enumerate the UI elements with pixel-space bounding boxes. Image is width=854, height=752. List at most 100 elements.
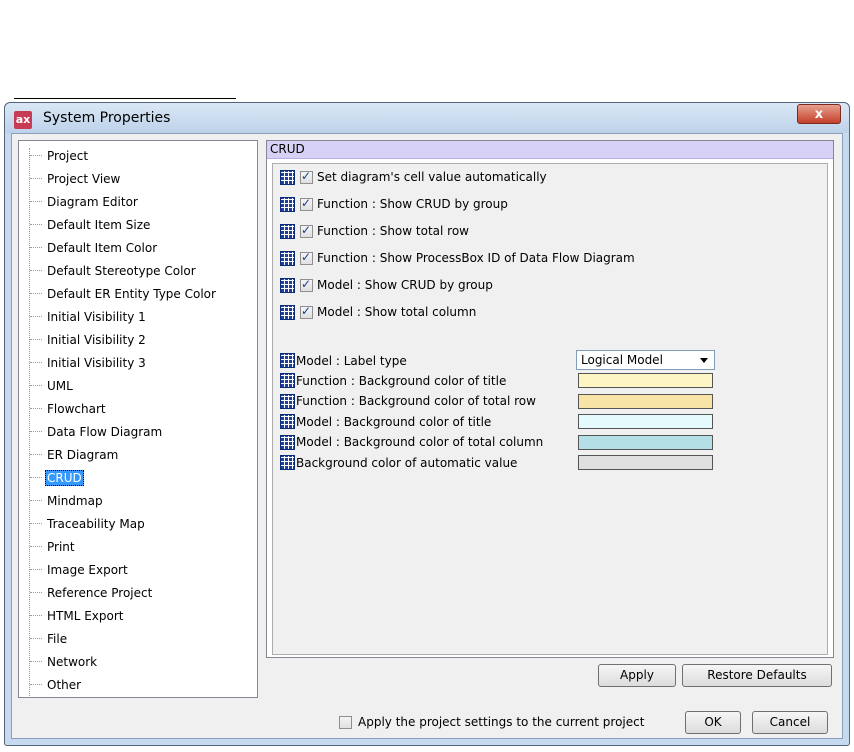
color-swatch[interactable] (578, 373, 713, 388)
tree-item-label: Reference Project (47, 585, 153, 600)
grid-icon (280, 434, 295, 450)
tree-item[interactable]: CRUD (26, 466, 84, 489)
tree-connector (30, 637, 42, 640)
grid-icon (280, 304, 295, 320)
checkbox-label: Function : Show total row (317, 224, 469, 238)
tree-item[interactable]: UML (26, 374, 75, 397)
tree-connector (30, 269, 42, 272)
checkbox-label: Function : Show ProcessBox ID of Data Fl… (317, 251, 635, 265)
tree-item[interactable]: Initial Visibility 2 (26, 328, 148, 351)
tree-item[interactable]: Default ER Entity Type Color (26, 282, 218, 305)
tree-connector (30, 683, 42, 686)
color-setting-label: Background color of automatic value (296, 455, 518, 470)
tree-connector (30, 407, 42, 410)
tree-item-label: Data Flow Diagram (47, 424, 163, 439)
tree-item-label: Initial Visibility 1 (47, 309, 146, 324)
ok-button[interactable]: OK (685, 711, 741, 734)
setting-checkbox[interactable] (300, 277, 313, 292)
restore-defaults-button[interactable]: Restore Defaults (682, 664, 832, 687)
checkbox-label: Model : Show CRUD by group (317, 278, 493, 292)
checkbox-row: Function : Show ProcessBox ID of Data Fl… (280, 248, 635, 268)
tree-connector (30, 660, 42, 663)
checkbox-label: Set diagram's cell value automatically (317, 170, 547, 184)
tree-item[interactable]: Project View (26, 167, 122, 190)
tree-item-label: Default Stereotype Color (47, 263, 196, 278)
tree-item[interactable]: Initial Visibility 3 (26, 351, 148, 374)
color-setting-label: Function : Background color of title (296, 373, 507, 388)
tree-item-label: Default Item Color (47, 240, 158, 255)
setting-checkbox[interactable] (300, 223, 313, 238)
panel-body: Set diagram's cell value automatically Fu… (272, 163, 828, 655)
setting-checkbox[interactable] (300, 250, 313, 265)
tree-item[interactable]: Mindmap (26, 489, 105, 512)
apply-button[interactable]: Apply (598, 664, 676, 687)
tree-item[interactable]: Default Item Color (26, 236, 159, 259)
app-icon: ax (14, 111, 32, 129)
grid-icon (280, 277, 295, 293)
color-setting-row: Function : Background color of title (280, 372, 506, 389)
tree-item[interactable]: File (26, 627, 69, 650)
tree-connector (30, 453, 42, 456)
label-type-select[interactable]: Logical Model (576, 350, 715, 370)
setting-checkbox[interactable] (300, 196, 313, 211)
apply-project-settings-row[interactable]: Apply the project settings to the curren… (339, 715, 644, 729)
tree-item[interactable]: Reference Project (26, 581, 154, 604)
tree-item-label: File (47, 631, 68, 646)
tree-item[interactable]: Diagram Editor (26, 190, 140, 213)
tree-item[interactable]: Flowchart (26, 397, 108, 420)
category-tree[interactable]: Project Project View Diagram Editor Default… (18, 140, 258, 698)
tree-connector (30, 315, 42, 318)
tree-connector (30, 384, 42, 387)
window-title: System Properties (43, 110, 171, 126)
tree-item-label: Default Item Size (47, 217, 151, 232)
tree-item[interactable]: Other (26, 673, 83, 696)
apply-project-settings-checkbox[interactable] (339, 715, 352, 729)
color-setting-label: Function : Background color of total row (296, 394, 536, 408)
tree-item[interactable]: Image Export (26, 558, 130, 581)
tree-connector (30, 430, 42, 433)
checkbox-row: Function : Show CRUD by group (280, 194, 508, 214)
tree-connector (30, 292, 42, 295)
tree-item[interactable]: ER Diagram (26, 443, 120, 466)
grid-icon (280, 414, 295, 429)
tree-connector (30, 499, 42, 502)
close-button[interactable]: x (797, 104, 841, 124)
tree-connector (30, 545, 42, 548)
tree-item[interactable]: Default Stereotype Color (26, 259, 198, 282)
tree-item[interactable]: Initial Visibility 1 (26, 305, 148, 328)
grid-icon (280, 393, 295, 409)
checkbox-row: Model : Show CRUD by group (280, 275, 493, 295)
setting-checkbox[interactable] (300, 169, 313, 184)
top-separator-line (14, 98, 236, 99)
tree-item[interactable]: Project (26, 144, 90, 167)
setting-checkbox[interactable] (300, 304, 313, 319)
tree-item-label: CRUD (45, 469, 84, 486)
color-swatch[interactable] (578, 414, 713, 429)
tree-connector (30, 154, 42, 157)
system-properties-window: ax System Properties x Project Project Vi… (4, 102, 850, 746)
tree-item[interactable]: Default Item Size (26, 213, 152, 236)
label-type-label: Model : Label type (296, 353, 407, 368)
cancel-button[interactable]: Cancel (752, 711, 828, 734)
title-bar[interactable]: ax System Properties x (5, 103, 849, 133)
tree-connector (30, 177, 42, 180)
tree-item[interactable]: HTML Export (26, 604, 126, 627)
tree-item-label: Initial Visibility 2 (47, 332, 146, 347)
checkbox-label: Model : Show total column (317, 305, 477, 319)
tree-item-label: Image Export (47, 562, 128, 577)
apply-project-settings-label: Apply the project settings to the curren… (358, 715, 645, 729)
color-swatch[interactable] (578, 393, 713, 409)
tree-item[interactable]: Print (26, 535, 77, 558)
tree-item[interactable]: Traceability Map (26, 512, 147, 535)
checkbox-row: Function : Show total row (280, 221, 469, 241)
tree-item-label: Default ER Entity Type Color (47, 286, 216, 301)
color-swatch[interactable] (578, 434, 713, 450)
tree-item-label: Diagram Editor (47, 194, 138, 209)
chevron-down-icon[interactable] (700, 358, 708, 363)
color-swatch[interactable] (578, 455, 713, 470)
tree-item-label: Initial Visibility 3 (47, 355, 146, 370)
tree-connector (30, 200, 42, 203)
tree-item[interactable]: Network (26, 650, 99, 673)
tree-item-label: Traceability Map (47, 516, 145, 531)
tree-item[interactable]: Data Flow Diagram (26, 420, 164, 443)
